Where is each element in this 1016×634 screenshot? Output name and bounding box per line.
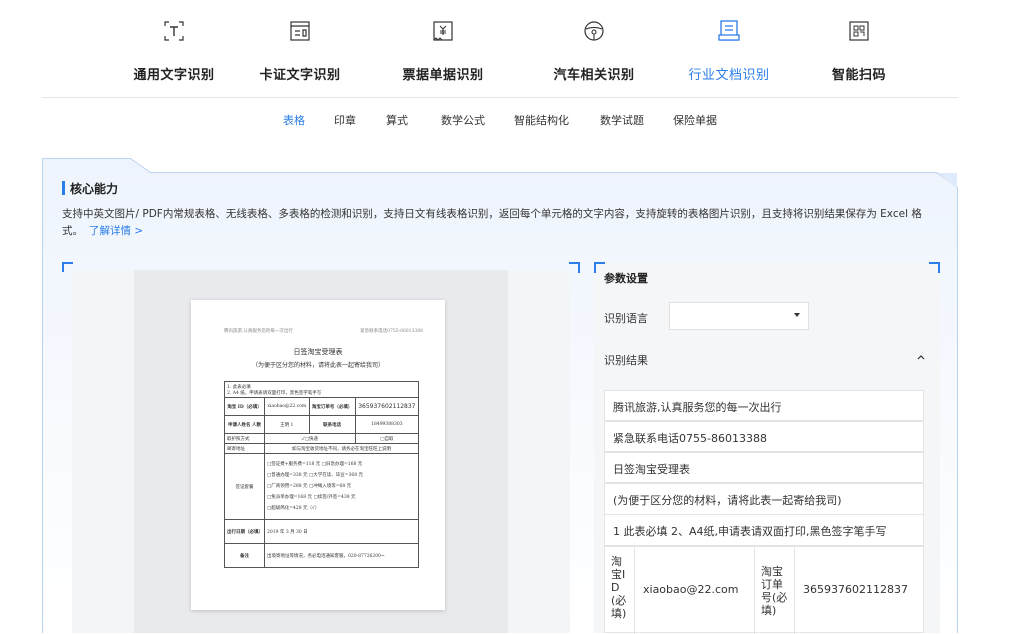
language-label: 识别语言 (604, 312, 648, 325)
nav-item-smart-scan[interactable]: 智能扫码 (794, 18, 924, 83)
result-line: (为便于区分您的材料，请将此表一起寄给我司) (604, 483, 924, 515)
nav-label: 卡证文字识别 (259, 68, 341, 83)
doc-cell: 申请人姓名 人数 (224, 415, 265, 434)
nav-item-receipt[interactable]: 票据单据识别 (378, 18, 508, 83)
result-text: 紧急联系电话0755-86013388 (613, 432, 767, 445)
doc-cell: 淘宝订单号（必填） (308, 397, 356, 416)
nav-label: 行业文档识别 (688, 68, 770, 83)
result-grid-cell: 淘宝ID(必填) (605, 547, 635, 634)
sub-tab-math-formula[interactable]: 数学公式 (441, 112, 485, 128)
doc-note: 2. A4 纸，申请表请双面打印，黑色签字笔手写 (227, 390, 322, 396)
core-title-bar (62, 181, 65, 195)
nav-label: 汽车相关识别 (553, 68, 635, 83)
nav-item-auto[interactable]: 汽车相关识别 (529, 18, 659, 83)
document-icon (718, 20, 740, 41)
result-text: (为便于区分您的材料，请将此表一起寄给我司) (613, 494, 842, 507)
doc-cell: 淘宝 ID（必填） (224, 397, 265, 416)
doc-header-left: 腾讯旅游,认真服务您的每一次出行 (224, 329, 293, 334)
top-nav: 通用文字识别 卡证文字识别 票据单据识别 汽车相关识别 行业文档识别 智能扫码 (42, 0, 958, 98)
doc-title: 日签淘宝受理表 (293, 348, 343, 356)
core-title: 核心能力 (70, 182, 119, 196)
result-grid-text: 淘宝ID(必填) (611, 555, 627, 620)
result-text: 1 此表必填 2、A4纸,申请表请双面打印,黑色签字笔手写 (613, 525, 887, 538)
doc-visa-line: □免派单办理=168 元 □续签/外签=438 元 (267, 495, 356, 500)
result-text: 腾讯旅游,认真服务您的每一次出行 (613, 401, 782, 414)
params-panel: 参数设置 识别语言 识别结果 腾讯旅游,认真服务您的每一次出行 紧急联系电话07… (594, 262, 940, 634)
doc-cell: xiaobao@22.com (264, 397, 310, 416)
doc-cell: ✓□快递 (264, 433, 356, 444)
chevron-up-icon[interactable] (916, 352, 926, 362)
sub-tab-arithmetic[interactable]: 算式 (386, 112, 408, 128)
result-line: 日签淘宝受理表 (604, 452, 924, 483)
doc-table: 1. 此表必填 2. A4 纸，申请表请双面打印，黑色签字笔手写 淘宝 ID（必填… (224, 381, 420, 568)
doc-cell: 365937602112837 (354, 397, 420, 416)
nav-label: 通用文字识别 (133, 68, 215, 83)
core-description-text: 支持中英文图片/ PDF内常规表格、无线表格、多表格的检测和识别，支持日文有线表… (62, 208, 922, 237)
nav-item-general-text[interactable]: 通用文字识别 (109, 18, 239, 83)
doc-visa-line: □厂商领用=288 元 □冲绳入境等=68 元 (267, 484, 352, 489)
nav-item-industry-doc[interactable]: 行业文档识别 (664, 18, 794, 83)
core-description: 支持中英文图片/ PDF内常规表格、无线表格、多表格的检测和识别，支持日文有线表… (62, 206, 942, 240)
doc-cell: 邮寄地址 (224, 443, 265, 454)
caret-down-icon (794, 313, 800, 317)
sub-tab-math-exam[interactable]: 数学试题 (600, 112, 644, 128)
doc-cell: 如与淘宝收货地址不同，请务必在淘宝旺旺上说明 (264, 443, 419, 454)
result-grid-text: xiaobao@22.com (643, 583, 739, 596)
doc-cell: 王明 1 (264, 415, 310, 434)
doc-cell: 出行日期（必填） (224, 519, 265, 544)
result-grid-row: 淘宝ID(必填) xiaobao@22.com 淘宝订单号(必填) 365937… (604, 546, 925, 634)
doc-cell: 签证套餐 (224, 453, 265, 520)
doc-cell: 18499388303 (354, 415, 420, 434)
nav-label: 票据单据识别 (402, 68, 484, 83)
sub-nav: 表格 印章 算式 数学公式 智能结构化 数学试题 保险单据 (0, 112, 1016, 128)
doc-cell: 2019 年 3 月 30 日 (264, 519, 419, 544)
result-grid-text: 365937602112837 (803, 583, 908, 596)
doc-visa-line: □超级简化=428 元（√） (267, 506, 320, 511)
qr-scan-icon (849, 21, 869, 41)
result-line: 紧急联系电话0755-86013388 (604, 421, 924, 452)
id-card-icon (290, 21, 310, 41)
learn-more-link[interactable]: 了解详情 > (89, 225, 143, 237)
doc-visa-line: □签证费+服务费=118 元 □旧急办理=168 元 (267, 462, 363, 467)
doc-visa-line: □普通办理=338 元 □大学在读、毕业=368 元 (267, 473, 364, 478)
steering-wheel-icon (584, 21, 604, 41)
document-image: 腾讯旅游,认真服务您的每一次出行 紧急联系电话0755-86013388 日签淘… (191, 300, 445, 610)
language-select[interactable] (669, 302, 809, 330)
sub-tab-seal[interactable]: 印章 (334, 112, 356, 128)
result-header[interactable]: 识别结果 (594, 342, 940, 372)
doc-cell: □自取 (354, 433, 420, 444)
result-line: 腾讯旅游,认真服务您的每一次出行 (604, 390, 924, 421)
sub-tab-insurance[interactable]: 保险单据 (673, 112, 717, 128)
language-row: 识别语言 (594, 292, 940, 340)
doc-cell: 出境寄地址等情况，务必电话通知客服，020-87726200~ (264, 543, 419, 568)
receipt-icon (433, 21, 453, 41)
sub-tab-smart-structured[interactable]: 智能结构化 (514, 112, 569, 128)
params-corner-marks (594, 262, 940, 273)
result-line: 1 此表必填 2、A4纸,申请表请双面打印,黑色签字笔手写 (604, 514, 924, 546)
result-label: 识别结果 (604, 354, 648, 367)
result-text: 日签淘宝受理表 (613, 463, 690, 476)
result-grid-cell: xiaobao@22.com (635, 547, 755, 634)
doc-cell: 取护照方式 (224, 433, 265, 444)
result-grid-cell: 365937602112837 (795, 547, 925, 634)
doc-subtitle: （为便于区分您的材料，请将此表一起寄给我司） (251, 362, 384, 369)
doc-cell: 联系电话 (308, 415, 356, 434)
text-t-icon (164, 21, 184, 41)
sub-tab-table[interactable]: 表格 (283, 112, 305, 128)
nav-label: 智能扫码 (831, 68, 886, 83)
doc-cell: 备注 (224, 543, 265, 568)
nav-item-card[interactable]: 卡证文字识别 (235, 18, 365, 83)
doc-header-right: 紧急联系电话0755-86013388 (360, 329, 423, 334)
result-grid-text: 淘宝订单号(必填) (761, 565, 788, 617)
result-grid-cell: 淘宝订单号(必填) (755, 547, 795, 634)
result-body: 腾讯旅游,认真服务您的每一次出行 紧急联系电话0755-86013388 日签淘… (594, 372, 940, 634)
